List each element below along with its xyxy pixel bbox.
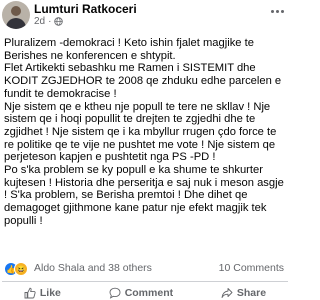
- action-bar: Like Comment Share: [0, 285, 290, 300]
- author-name[interactable]: Lumturi Ratkoceri: [34, 2, 137, 16]
- comment-button[interactable]: Comment: [109, 285, 173, 300]
- avatar[interactable]: [2, 1, 30, 29]
- share-label: Share: [236, 286, 267, 299]
- thumbs-up-icon: [24, 287, 36, 298]
- post-time[interactable]: 2d: [34, 16, 45, 27]
- reaction-names[interactable]: Aldo Shala and 38 others: [34, 262, 152, 274]
- comment-icon: [109, 287, 121, 299]
- post-meta: 2d ·: [34, 16, 64, 27]
- post-paragraph: Po s'ka problem se ky popull e ka shume …: [4, 164, 284, 227]
- post-paragraph: Flet Artikekti sebashku me Ramen i SISTE…: [4, 62, 282, 100]
- post-paragraph: Pluralizem -demokraci ! Keto ishin fjale…: [4, 37, 254, 62]
- like-label: Like: [39, 286, 61, 299]
- comment-label: Comment: [124, 286, 174, 299]
- more-options-icon[interactable]: [268, 6, 286, 16]
- post-paragraph: Nje sistem qe e ktheu nje popull te tere…: [4, 100, 277, 164]
- reactions-bar: 👍 😆 Aldo Shala and 38 others 10 Comments: [4, 262, 286, 276]
- share-button[interactable]: Share: [221, 285, 266, 300]
- comments-count[interactable]: 10 Comments: [219, 262, 284, 274]
- reaction-icons[interactable]: 👍 😆: [4, 262, 28, 276]
- post-body: Pluralizem -demokraci ! Keto ishin fjale…: [4, 37, 288, 228]
- share-icon: [221, 287, 233, 298]
- haha-reaction-icon: 😆: [14, 262, 28, 276]
- divider: [2, 281, 288, 282]
- globe-icon: [54, 17, 64, 26]
- post-header: Lumturi Ratkoceri 2d ·: [0, 0, 290, 30]
- like-button[interactable]: Like: [24, 285, 61, 300]
